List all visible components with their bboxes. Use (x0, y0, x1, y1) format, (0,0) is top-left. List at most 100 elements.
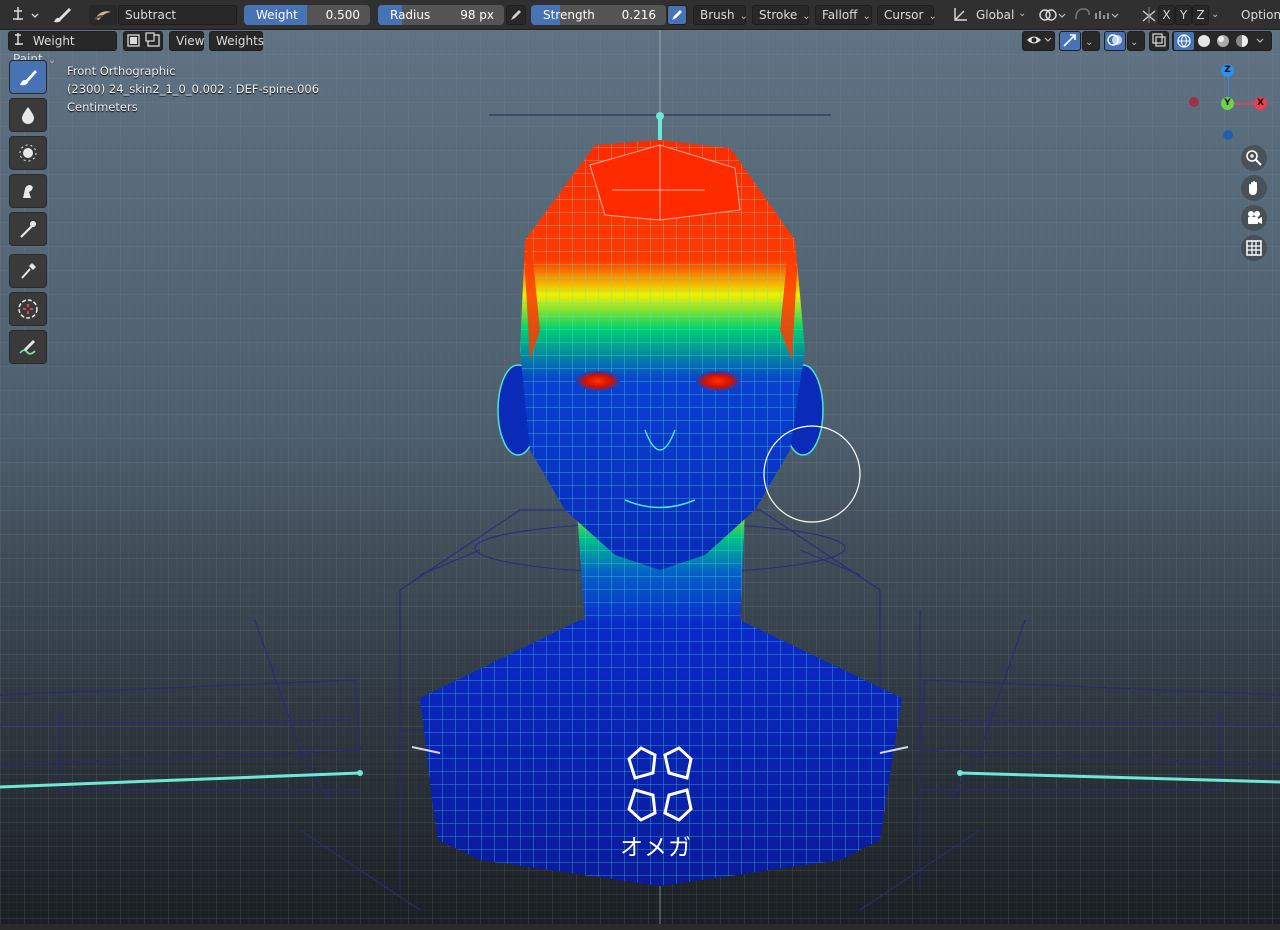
gradient-tool[interactable] (9, 212, 47, 246)
view-menu[interactable]: View (169, 31, 204, 51)
weight-value: 0.500 (325, 8, 360, 22)
gradient-icon (20, 221, 36, 238)
brush-menu[interactable]: Brush ⌄ (693, 5, 748, 25)
gizmo-y-axis[interactable]: Y (1221, 97, 1234, 110)
average-brush-icon (19, 144, 37, 162)
gizmo-z-label: Z (1224, 65, 1231, 75)
cursor-menu-label: Cursor (884, 8, 924, 22)
overlays-dropdown[interactable]: ⌄ (1127, 31, 1145, 51)
mask-mode-buttons[interactable] (123, 31, 163, 51)
object-info: (2300) 24_skin2_1_0_0.002 : DEF-spine.00… (67, 82, 320, 96)
weights-menu[interactable]: Weights (209, 31, 265, 51)
status-bar (0, 924, 1280, 930)
weight-slider[interactable]: Weight 0.500 (244, 5, 370, 25)
gizmo-z-axis[interactable]: Z (1221, 64, 1234, 77)
mirror-y-label: Y (1179, 8, 1188, 22)
mirror-z-label: Z (1196, 8, 1205, 22)
gizmo-x-label: X (1257, 98, 1264, 108)
toggle-ortho-button[interactable] (1241, 235, 1267, 261)
eye-icon (1027, 36, 1052, 44)
tool-header: Subtract Weight 0.500 Radius 98 px Stren… (0, 0, 1280, 30)
radius-slider[interactable]: Radius 98 px (378, 5, 504, 25)
orientation-dropdown[interactable]: Global ⌄ (952, 5, 1030, 25)
face-mask-icon (127, 32, 160, 47)
visibility-dropdown[interactable] (1022, 31, 1055, 51)
shading-modes[interactable] (1172, 31, 1272, 51)
stroke-menu[interactable]: Stroke ⌄ (752, 5, 811, 25)
camera-icon (1248, 211, 1262, 224)
mirror-x-toggle[interactable]: X (1158, 5, 1175, 25)
editor-type-icon (13, 7, 39, 20)
smear-brush-tool[interactable] (9, 174, 47, 208)
chevron-down-icon: ⌄ (802, 11, 811, 22)
gizmo-neg-z-axis[interactable] (1223, 130, 1233, 140)
brush-preview-icon[interactable] (89, 5, 117, 25)
zoom-icon (1246, 150, 1262, 166)
transform-orientation-icon (954, 8, 967, 21)
zoom-button[interactable] (1241, 145, 1267, 171)
mirror-y-toggle[interactable]: Y (1175, 5, 1192, 25)
weights-menu-label: Weights (216, 34, 265, 48)
grid-icon (1246, 240, 1262, 256)
sample-weight-tool[interactable] (9, 254, 47, 288)
mirror-icon[interactable] (1140, 5, 1158, 25)
mirror-x-label: X (1162, 8, 1171, 22)
cursor-menu[interactable]: Cursor ⌄ (877, 5, 937, 25)
draw-brush-tool[interactable] (9, 60, 47, 94)
strength-label: Strength (543, 8, 595, 22)
weight-label: Weight (256, 8, 298, 22)
tool-shelf (9, 60, 50, 368)
viewport-info-overlay: Front Orthographic (2300) 24_skin2_1_0_0… (67, 62, 319, 116)
gizmo-y-label: Y (1224, 98, 1231, 108)
brush-tool-icon[interactable] (50, 5, 74, 25)
blend-mode-value: Subtract (125, 8, 177, 22)
weight-paint-mode-icon (15, 33, 23, 45)
options-menu[interactable]: Options (1241, 5, 1280, 25)
mode-selector[interactable]: Weight Paint ⌄ (8, 31, 117, 66)
mirror-z-toggle[interactable]: Z (1192, 5, 1209, 25)
gizmo-toggle[interactable] (1059, 31, 1081, 51)
gizmo-arrow-icon (1063, 34, 1076, 47)
overlays-icon (1107, 34, 1122, 46)
chevron-down-icon: ⌄ (928, 11, 937, 22)
shading-mode-icons (1174, 32, 1264, 50)
select-circle-icon (18, 299, 38, 319)
gizmo-x-axis[interactable]: X (1254, 97, 1267, 110)
gizmo-dropdown[interactable]: ⌄ (1082, 31, 1100, 51)
3d-viewport[interactable]: Front Orthographic (2300) 24_skin2_1_0_0… (0, 30, 1280, 924)
strength-slider[interactable]: Strength 0.216 (531, 5, 666, 25)
viewport-header: Weight Paint ⌄ View Weights ⌄ ⌄ (0, 29, 1280, 66)
brush-menu-label: Brush (700, 8, 735, 22)
annotate-tool[interactable] (9, 330, 47, 364)
overlays-toggle[interactable] (1104, 31, 1126, 51)
symmetry-icon[interactable] (1072, 5, 1122, 25)
average-brush-tool[interactable] (9, 136, 47, 170)
strength-pressure-toggle[interactable] (667, 5, 687, 25)
gizmo-neg-x-axis[interactable] (1189, 97, 1199, 107)
blur-brush-tool[interactable] (9, 98, 47, 132)
strength-value: 0.216 (621, 8, 656, 22)
draw-brush-icon (20, 70, 37, 86)
falloff-menu-label: Falloff (822, 8, 858, 22)
snapping-link-icon[interactable] (1037, 5, 1067, 25)
radius-value: 98 px (460, 8, 494, 22)
orientation-value: Global (976, 8, 1015, 22)
smear-brush-icon (23, 185, 33, 198)
select-circle-tool[interactable] (9, 292, 47, 326)
radius-pressure-toggle[interactable] (506, 5, 526, 25)
hand-icon (1249, 181, 1257, 195)
chevron-down-icon[interactable]: ⌄ (1211, 5, 1225, 25)
editor-type-button[interactable] (8, 5, 40, 25)
chevron-down-icon: ⌄ (1018, 8, 1027, 19)
pen-pressure-icon (511, 10, 521, 20)
chevron-down-icon: ⌄ (862, 11, 871, 22)
units-label: Centimeters (67, 100, 138, 114)
camera-view-button[interactable] (1241, 205, 1267, 231)
watermark-text: オメガ (620, 835, 692, 861)
falloff-menu[interactable]: Falloff ⌄ (815, 5, 872, 25)
sample-weight-icon (21, 263, 36, 279)
blend-mode-field[interactable]: Subtract (118, 5, 237, 25)
annotate-icon (19, 340, 36, 355)
pan-button[interactable] (1241, 175, 1267, 201)
xray-toggle[interactable] (1149, 31, 1169, 51)
